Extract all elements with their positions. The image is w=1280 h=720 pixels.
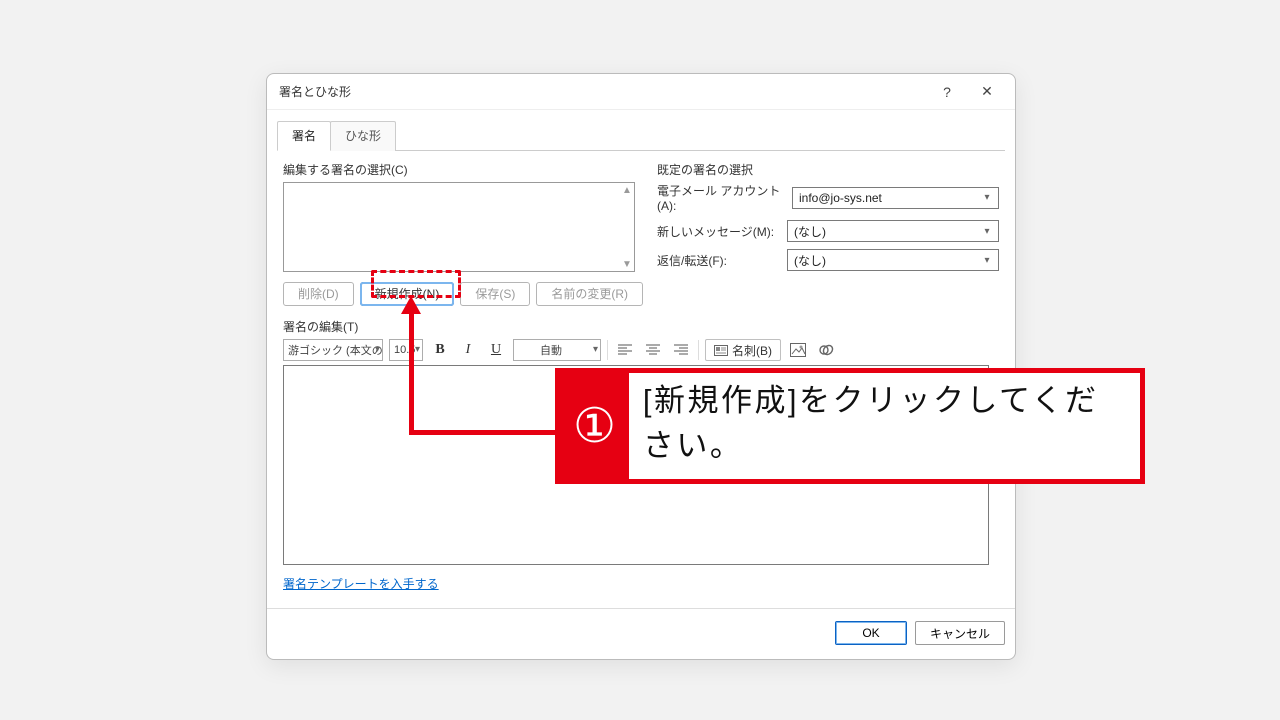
align-left-button[interactable] (614, 339, 636, 361)
align-center-button[interactable] (642, 339, 664, 361)
help-icon: ? (943, 84, 951, 100)
signatures-dialog: 署名とひな形 ? ✕ 署名 ひな形 編集する署名の選択(C) ▲ ▼ 削除(D) (266, 73, 1016, 660)
save-button[interactable]: 保存(S) (460, 282, 530, 306)
toolbar-separator (607, 340, 608, 360)
business-card-icon (714, 345, 728, 356)
tab-signature[interactable]: 署名 (277, 121, 331, 151)
scroll-up-icon[interactable]: ▲ (620, 183, 634, 197)
fontsize-select[interactable]: 10.5 ▾ (389, 339, 423, 361)
account-value: info@jo-sys.net (799, 191, 882, 205)
chevron-down-icon: ▾ (980, 191, 994, 205)
default-signature-title: 既定の署名の選択 (657, 161, 999, 178)
link-icon (818, 343, 834, 357)
chevron-down-icon: ▾ (375, 344, 380, 355)
instruction-callout: ① [新規作成]をクリックしてください。 (555, 368, 1145, 484)
close-icon: ✕ (981, 83, 993, 100)
dialog-footer: OK キャンセル (267, 609, 1015, 659)
help-button[interactable]: ? (927, 78, 967, 106)
newmsg-label: 新しいメッセージ(M): (657, 223, 787, 240)
italic-button[interactable]: I (457, 339, 479, 361)
align-right-button[interactable] (670, 339, 692, 361)
editor-toolbar: 游ゴシック (本文のフォント) ▾ 10.5 ▾ B I U 自動 ▾ (283, 339, 999, 361)
reply-select[interactable]: (なし) ▾ (787, 249, 999, 271)
business-card-label: 名刺(B) (732, 342, 772, 359)
default-signature-group: 既定の署名の選択 電子メール アカウント(A): info@jo-sys.net… (657, 161, 999, 306)
account-select[interactable]: info@jo-sys.net ▾ (792, 187, 999, 209)
business-card-button[interactable]: 名刺(B) (705, 339, 781, 361)
scroll-down-icon[interactable]: ▼ (620, 257, 634, 271)
font-value: 游ゴシック (本文のフォント) (288, 342, 383, 358)
signature-buttons: 削除(D) 新規作成(N) 保存(S) 名前の変更(R) (283, 282, 643, 306)
chevron-down-icon: ▾ (980, 224, 994, 238)
dialog-body: 署名 ひな形 編集する署名の選択(C) ▲ ▼ 削除(D) 新規作成(N) 保存… (267, 110, 1015, 600)
titlebar: 署名とひな形 ? ✕ (267, 74, 1015, 110)
close-button[interactable]: ✕ (967, 78, 1007, 106)
edit-signature-label: 署名の編集(T) (283, 318, 999, 335)
bold-button[interactable]: B (429, 339, 451, 361)
instruction-badge: ① (560, 373, 629, 479)
insert-picture-button[interactable] (787, 339, 809, 361)
fontcolor-select[interactable]: 自動 ▾ (513, 339, 601, 361)
insert-link-button[interactable] (815, 339, 837, 361)
arrow-horizontal (409, 430, 559, 435)
chevron-down-icon: ▾ (593, 344, 598, 355)
rename-button[interactable]: 名前の変更(R) (536, 282, 643, 306)
templates-link[interactable]: 署名テンプレートを入手する (283, 575, 439, 592)
newmsg-select[interactable]: (なし) ▾ (787, 220, 999, 242)
account-label: 電子メール アカウント(A): (657, 182, 792, 213)
underline-button[interactable]: U (485, 339, 507, 361)
cancel-button[interactable]: キャンセル (915, 621, 1005, 645)
picture-icon (790, 343, 806, 357)
delete-button[interactable]: 削除(D) (283, 282, 354, 306)
instruction-text: [新規作成]をクリックしてください。 (629, 373, 1140, 479)
newmsg-value: (なし) (794, 223, 826, 240)
font-select[interactable]: 游ゴシック (本文のフォント) ▾ (283, 339, 383, 361)
ok-button[interactable]: OK (835, 621, 907, 645)
arrow-vertical (409, 312, 414, 435)
dialog-title: 署名とひな形 (279, 83, 927, 100)
chevron-down-icon: ▾ (415, 344, 420, 355)
chevron-down-icon: ▾ (980, 253, 994, 267)
signature-listbox[interactable]: ▲ ▼ (283, 182, 635, 272)
reply-label: 返信/転送(F): (657, 252, 787, 269)
tab-stationery[interactable]: ひな形 (330, 121, 396, 151)
reply-value: (なし) (794, 252, 826, 269)
fontcolor-value: 自動 (540, 342, 562, 358)
select-signature-group: 編集する署名の選択(C) ▲ ▼ 削除(D) 新規作成(N) 保存(S) 名前の… (283, 161, 643, 306)
tabbar: 署名 ひな形 (277, 120, 1005, 151)
select-signature-label: 編集する署名の選択(C) (283, 161, 643, 178)
toolbar-separator (698, 340, 699, 360)
